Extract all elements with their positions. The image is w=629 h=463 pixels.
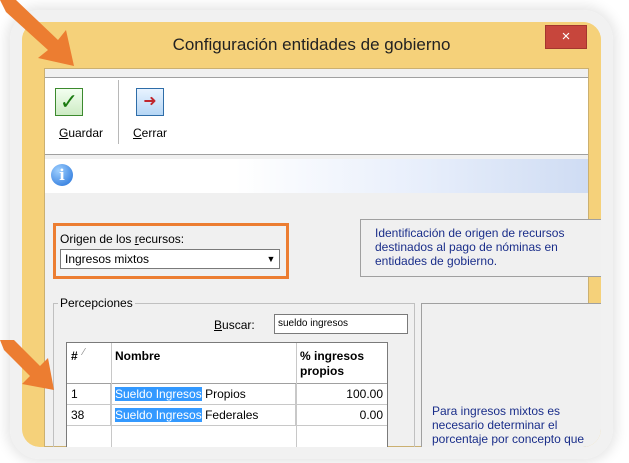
table-header: # ⁄ Nombre % ingresos propios bbox=[67, 343, 387, 384]
search-input[interactable]: sueldo ingresos bbox=[274, 314, 408, 334]
dialog-window: Configuración entidades de gobierno × ✓ … bbox=[22, 22, 601, 447]
percepciones-group: Percepciones Buscar: sueldo ingresos # ⁄… bbox=[53, 296, 415, 447]
row-num: 1 bbox=[67, 384, 111, 404]
info-icon: i bbox=[51, 164, 73, 186]
origen-description-box: Identificación de origen de recursos des… bbox=[360, 219, 601, 277]
origen-recursos-select[interactable]: Ingresos mixtos ▼ bbox=[60, 249, 280, 269]
chevron-down-icon[interactable]: ▼ bbox=[263, 250, 279, 268]
annotation-arrow-top bbox=[0, 0, 74, 66]
toolbar-separator bbox=[118, 80, 119, 144]
save-button[interactable]: ✓ Guardar bbox=[47, 78, 115, 148]
check-icon: ✓ bbox=[55, 88, 83, 116]
row-pct: 0.00 bbox=[359, 408, 383, 422]
close-window-button[interactable]: × bbox=[545, 25, 587, 49]
row-pct: 100.00 bbox=[346, 387, 383, 401]
close-button[interactable]: ➜ Cerrar bbox=[121, 78, 179, 148]
side-help-text: Para ingresos mixtos es necesario determ… bbox=[432, 404, 585, 459]
close-button-label: Cerrar bbox=[132, 126, 167, 140]
title-bar: Configuración entidades de gobierno × bbox=[22, 22, 601, 68]
info-bar: i bbox=[45, 159, 588, 193]
origen-recursos-group: Origen de los recursos: Ingresos mixtos … bbox=[53, 223, 289, 279]
screenshot-frame: Configuración entidades de gobierno × ✓ … bbox=[10, 10, 613, 459]
window-title: Configuración entidades de gobierno bbox=[172, 35, 451, 54]
search-match: Sueldo Ingresos bbox=[115, 408, 202, 422]
side-help-panel: Para ingresos mixtos es necesario determ… bbox=[421, 303, 601, 459]
buscar-label: Buscar: bbox=[214, 318, 255, 332]
sort-icon: ⁄ bbox=[83, 347, 85, 358]
annotation-arrow-row bbox=[0, 340, 54, 390]
percepciones-table[interactable]: # ⁄ Nombre % ingresos propios 1 Sueldo I… bbox=[66, 342, 388, 447]
toolbar: ✓ Guardar ➜ Cerrar bbox=[45, 77, 588, 155]
save-button-label: Guardar bbox=[58, 126, 104, 140]
origen-recursos-label: Origen de los recursos: bbox=[60, 232, 185, 246]
row-name: Sueldo Ingresos Federales bbox=[111, 405, 296, 425]
percepciones-legend: Percepciones bbox=[58, 296, 135, 310]
table-row[interactable]: 38 Sueldo Ingresos Federales 0.00 bbox=[67, 405, 387, 426]
exit-door-icon: ➜ bbox=[136, 88, 164, 116]
origen-description: Identificación de origen de recursos des… bbox=[375, 226, 565, 268]
column-header-pct[interactable]: % ingresos propios bbox=[300, 349, 380, 379]
search-match: Sueldo Ingresos bbox=[115, 387, 202, 401]
column-header-nombre[interactable]: Nombre bbox=[115, 349, 160, 363]
row-name: Sueldo Ingresos Propios bbox=[111, 384, 296, 404]
column-header-num[interactable]: # bbox=[71, 349, 78, 363]
origen-selected-value: Ingresos mixtos bbox=[65, 252, 150, 266]
dialog-client-area: ✓ Guardar ➜ Cerrar i Origen de los recur… bbox=[44, 68, 601, 447]
table-row[interactable]: 1 Sueldo Ingresos Propios 100.00 bbox=[67, 384, 387, 405]
row-num: 38 bbox=[67, 405, 111, 425]
